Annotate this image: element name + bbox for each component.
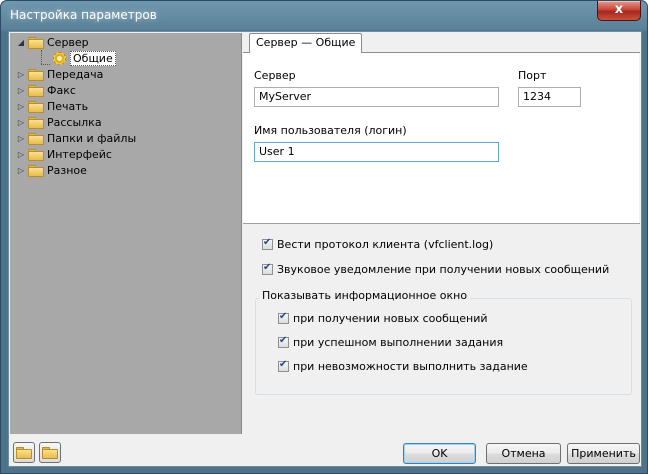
username-input[interactable]: User 1 [254, 142, 499, 162]
port-input[interactable]: 1234 [518, 87, 581, 107]
tree-connector [41, 50, 42, 64]
tree-item-misc[interactable]: ▷ Разное [16, 162, 87, 178]
expand-arrow-icon[interactable]: ▷ [16, 166, 26, 175]
settings-panel: Сервер — Общие Сервер MyServer Порт 1234… [243, 33, 640, 434]
tree-item-label: Печать [47, 99, 89, 113]
folder-icon [42, 447, 58, 459]
gear-icon [53, 51, 66, 65]
folder-icon [28, 100, 44, 113]
expand-arrow-icon[interactable]: ▷ [16, 102, 26, 111]
folder-icon [16, 447, 32, 459]
folder-icon [28, 132, 44, 145]
info-task-fail-row[interactable]: при невозможности выполнить задание [278, 359, 528, 373]
info-new-messages-checkbox[interactable] [278, 311, 289, 324]
folder-icon [28, 164, 44, 177]
info-task-success-label: при успешном выполнении задания [293, 336, 504, 349]
settings-dialog: Настройка параметров x ◢ Сервер Общие ▷ … [0, 0, 648, 474]
tree-item-interface[interactable]: ▷ Интерфейс [16, 146, 112, 162]
button-bar: OK Отмена Применить [10, 436, 640, 466]
tree-item-label: Сервер [47, 35, 89, 49]
tree-item-print[interactable]: ▷ Печать [16, 98, 88, 114]
settings-tree: ◢ Сервер Общие ▷ Передача ▷ Факс ▷ Печат… [10, 33, 242, 434]
tree-item-label: Рассылка [47, 115, 102, 129]
expand-arrow-icon[interactable]: ▷ [16, 118, 26, 127]
info-task-fail-checkbox[interactable] [278, 359, 289, 372]
tree-item-mailing[interactable]: ▷ Рассылка [16, 114, 102, 130]
dialog-body: ◢ Сервер Общие ▷ Передача ▷ Факс ▷ Печат… [8, 31, 642, 467]
apply-button[interactable]: Применить [567, 443, 640, 464]
folder-icon [28, 148, 44, 161]
tree-item-label: Папки и файлы [47, 131, 137, 145]
username-label: Имя пользователя (логин) [254, 124, 407, 137]
folder-icon [28, 84, 44, 97]
folder-icon [28, 68, 44, 81]
expand-arrow-icon[interactable]: ▷ [16, 150, 26, 159]
tree-item-label: Интерфейс [47, 147, 112, 161]
tab-content: Сервер MyServer Порт 1234 Имя пользовате… [243, 53, 639, 223]
info-task-success-row[interactable]: при успешном выполнении задания [278, 335, 504, 349]
tree-item-label: Разное [47, 163, 87, 177]
tab-server-general[interactable]: Сервер — Общие [249, 33, 363, 53]
window-title: Настройка параметров [10, 8, 157, 22]
tree-item-label: Передача [47, 67, 104, 81]
log-checkbox-label: Вести протокол клиента (vfclient.log) [277, 238, 494, 251]
title-bar[interactable]: Настройка параметров x [1, 1, 647, 31]
collapse-arrow-icon[interactable]: ◢ [16, 38, 26, 47]
info-task-success-checkbox[interactable] [278, 335, 289, 348]
expand-arrow-icon[interactable]: ▷ [16, 86, 26, 95]
info-window-group-title: Показывать информационное окно [259, 289, 471, 302]
tree-connector [41, 64, 50, 65]
tree-item-fax[interactable]: ▷ Факс [16, 82, 76, 98]
open-folder-button[interactable] [39, 442, 61, 463]
sound-checkbox-label: Звуковое уведомление при получении новых… [277, 263, 610, 276]
divider [243, 223, 640, 224]
tree-item-server[interactable]: ◢ Сервер [16, 34, 89, 50]
info-new-messages-row[interactable]: при получении новых сообщений [278, 311, 488, 325]
cancel-button[interactable]: Отмена [486, 443, 561, 464]
sound-checkbox-row[interactable]: Звуковое уведомление при получении новых… [262, 262, 610, 276]
tree-item-label: Общие [70, 50, 116, 66]
tree-item-label: Факс [47, 83, 76, 97]
log-checkbox[interactable] [262, 237, 273, 250]
server-input[interactable]: MyServer [254, 87, 499, 107]
server-label: Сервер [254, 69, 296, 82]
new-folder-button[interactable] [13, 442, 35, 463]
expand-arrow-icon[interactable]: ▷ [16, 134, 26, 143]
tree-item-general[interactable]: Общие [53, 50, 116, 66]
tree-item-transfer[interactable]: ▷ Передача [16, 66, 103, 82]
sound-checkbox[interactable] [262, 262, 273, 275]
close-icon: x [614, 2, 624, 17]
info-new-messages-label: при получении новых сообщений [293, 312, 488, 325]
tree-item-folders-files[interactable]: ▷ Папки и файлы [16, 130, 136, 146]
folder-open-icon [28, 36, 44, 49]
folder-icon [28, 116, 44, 129]
info-task-fail-label: при невозможности выполнить задание [293, 360, 528, 373]
log-checkbox-row[interactable]: Вести протокол клиента (vfclient.log) [262, 237, 494, 251]
expand-arrow-icon[interactable]: ▷ [16, 70, 26, 79]
close-button[interactable]: x [597, 1, 641, 21]
port-label: Порт [518, 69, 547, 82]
ok-button[interactable]: OK [403, 443, 476, 464]
